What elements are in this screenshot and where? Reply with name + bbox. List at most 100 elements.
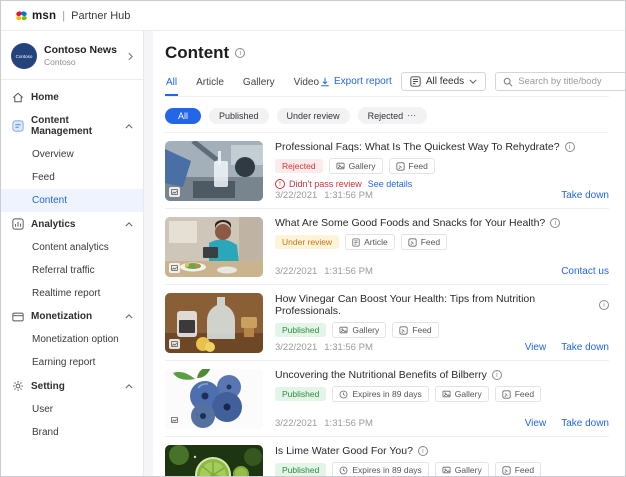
info-icon[interactable]: i	[418, 446, 428, 456]
take-down-link[interactable]: Take down	[561, 342, 609, 353]
feed-icon	[399, 326, 408, 335]
search-box	[495, 72, 626, 91]
article-title[interactable]: How Vinegar Can Boost Your Health: Tips …	[275, 293, 594, 317]
filter-published[interactable]: Published	[209, 108, 269, 124]
sidebar-item-realtime-report[interactable]: Realtime report	[1, 282, 143, 305]
article-title[interactable]: Professional Faqs: What Is The Quickest …	[275, 141, 560, 153]
content-management-icon	[11, 120, 24, 132]
view-link[interactable]: View	[525, 418, 547, 429]
content-list: Professional Faqs: What Is The Quickest …	[165, 132, 609, 476]
article-title[interactable]: Uncovering the Nutritional Benefits of B…	[275, 369, 487, 381]
chevron-up-icon	[125, 124, 133, 129]
sidebar-item-overview[interactable]: Overview	[1, 143, 143, 166]
filter-all[interactable]: All	[165, 108, 201, 124]
article-thumbnail[interactable]	[165, 141, 263, 201]
sidebar-group-label: Monetization	[31, 311, 92, 322]
sidebar-item-content[interactable]: Content	[1, 189, 143, 212]
msn-butterfly-logo-icon	[15, 10, 28, 22]
publish-datetime: 3/22/20211:31:56 PM	[275, 418, 373, 429]
download-icon	[320, 77, 330, 87]
article-icon	[352, 238, 360, 247]
clock-icon	[339, 390, 348, 399]
publish-datetime: 3/22/20211:31:56 PM	[275, 266, 373, 277]
feed-tag: Feed	[401, 234, 447, 250]
sidebar-item-earning-report[interactable]: Earning report	[1, 351, 143, 374]
filter-under-review[interactable]: Under review	[277, 108, 350, 124]
gallery-tag: Gallery	[329, 158, 383, 174]
take-down-link[interactable]: Take down	[561, 418, 609, 429]
info-icon[interactable]: i	[565, 142, 575, 152]
chevron-up-icon	[125, 384, 133, 389]
main-content: Content i All Article Gallery Video Expo…	[153, 31, 625, 476]
gallery-tag: Gallery	[435, 462, 489, 476]
tab-article[interactable]: Article	[195, 74, 225, 96]
gallery-icon	[339, 326, 348, 334]
publish-datetime: 3/22/20211:31:56 PM	[275, 190, 373, 201]
sidebar-item-home[interactable]: Home	[1, 86, 143, 109]
expires-tag: Expires in 89 days	[332, 386, 428, 402]
filter-rejected[interactable]: Rejected ⋯	[358, 107, 428, 124]
status-badge: Rejected	[275, 159, 323, 173]
search-input[interactable]	[518, 76, 626, 87]
sidebar-item-monetization-option[interactable]: Monetization option	[1, 328, 143, 351]
chevron-right-icon	[128, 52, 133, 61]
publisher-name: Contoso News	[44, 44, 117, 57]
view-link[interactable]: View	[525, 342, 547, 353]
more-options-icon[interactable]: ⋯	[407, 110, 417, 121]
sidebar-group-label: Setting	[31, 381, 65, 392]
sidebar-group-setting[interactable]: Setting	[1, 374, 143, 398]
content-row: What Are Some Good Foods and Snacks for …	[165, 209, 609, 285]
gallery-badge-icon	[169, 263, 180, 273]
take-down-link[interactable]: Take down	[561, 190, 609, 201]
brand-separator: |	[62, 10, 65, 22]
content-row: Professional Faqs: What Is The Quickest …	[165, 133, 609, 209]
monetization-icon	[11, 312, 24, 322]
tab-all[interactable]: All	[165, 74, 178, 96]
sidebar-item-content-analytics[interactable]: Content analytics	[1, 236, 143, 259]
info-icon[interactable]: i	[492, 370, 502, 380]
article-thumbnail[interactable]	[165, 217, 263, 277]
sidebar-item-referral-traffic[interactable]: Referral traffic	[1, 259, 143, 282]
sidebar: Contoso Contoso News Contoso Home	[1, 31, 144, 476]
feed-tag: Feed	[495, 462, 541, 476]
article-title[interactable]: Is Lime Water Good For You?	[275, 445, 413, 457]
article-thumbnail[interactable]	[165, 293, 263, 353]
export-report-button[interactable]: Export report	[320, 76, 392, 87]
chevron-down-icon	[469, 79, 477, 84]
sidebar-group-monetization[interactable]: Monetization	[1, 305, 143, 328]
tab-video[interactable]: Video	[293, 74, 320, 96]
top-bar: msn | Partner Hub	[1, 1, 625, 31]
publish-datetime: 3/22/20211:31:56 PM	[275, 342, 373, 353]
contact-us-link[interactable]: Contact us	[561, 266, 609, 277]
sidebar-group-content-management[interactable]: Content Management	[1, 109, 143, 143]
home-icon	[11, 92, 24, 103]
sidebar-item-feed[interactable]: Feed	[1, 166, 143, 189]
gallery-badge-icon	[169, 415, 180, 425]
info-icon[interactable]: i	[235, 48, 245, 58]
publisher-avatar: Contoso	[11, 43, 37, 69]
sidebar-group-analytics[interactable]: Analytics	[1, 212, 143, 236]
info-icon[interactable]: i	[599, 300, 609, 310]
search-icon	[503, 77, 513, 87]
chevron-up-icon	[125, 314, 133, 319]
page-title: Content	[165, 43, 229, 63]
article-thumbnail[interactable]	[165, 369, 263, 429]
publisher-subtitle: Contoso	[44, 57, 117, 68]
gallery-icon	[336, 162, 345, 170]
sidebar-item-user[interactable]: User	[1, 398, 143, 421]
error-icon: !	[275, 179, 285, 189]
info-icon[interactable]: i	[550, 218, 560, 228]
see-details-link[interactable]: See details	[368, 179, 413, 189]
feeds-dropdown[interactable]: All feeds	[401, 72, 486, 91]
sidebar-item-brand[interactable]: Brand	[1, 421, 143, 444]
feed-icon	[408, 238, 417, 247]
publisher-switcher[interactable]: Contoso Contoso News Contoso	[1, 37, 143, 77]
article-title[interactable]: What Are Some Good Foods and Snacks for …	[275, 217, 545, 229]
feeds-icon	[410, 76, 421, 87]
clock-icon	[339, 466, 348, 475]
article-thumbnail[interactable]	[165, 445, 263, 476]
app-title: Partner Hub	[71, 10, 130, 22]
gallery-badge-icon	[169, 187, 180, 197]
tab-gallery[interactable]: Gallery	[242, 74, 276, 96]
gallery-tag: Gallery	[435, 386, 489, 402]
